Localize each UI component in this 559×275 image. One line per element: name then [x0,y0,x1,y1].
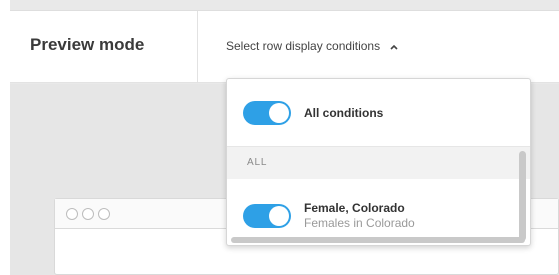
selector-label: Select row display conditions [226,39,381,53]
condition-label: Female, Colorado [304,201,405,215]
all-conditions-label: All conditions [304,106,384,120]
page-title: Preview mode [30,35,145,54]
condition-sublabel: Females in Colorado [304,216,415,230]
horizontal-scrollbar[interactable] [231,237,525,243]
condition-toggle[interactable] [243,204,291,228]
header-divider [197,11,198,83]
chevron-up-icon [389,41,399,51]
conditions-dropdown: All conditions ALL Female, Colorado Fema… [226,78,531,246]
all-conditions-option[interactable]: All conditions [227,101,530,125]
vertical-scrollbar[interactable] [519,151,526,241]
toggle-knob [269,103,289,123]
condition-item-female-colorado[interactable]: Female, Colorado Females in Colorado [227,201,530,231]
section-label: ALL [247,157,268,168]
window-dot-icon [82,207,94,220]
row-display-conditions-selector[interactable]: Select row display conditions [226,39,399,53]
window-dot-icon [66,207,78,220]
section-header: ALL [227,146,530,179]
all-conditions-toggle[interactable] [243,101,291,125]
window-dot-icon [98,207,110,220]
toggle-knob [269,206,289,226]
preview-header: Preview mode Select row display conditio… [10,10,559,83]
left-margin [0,0,10,275]
